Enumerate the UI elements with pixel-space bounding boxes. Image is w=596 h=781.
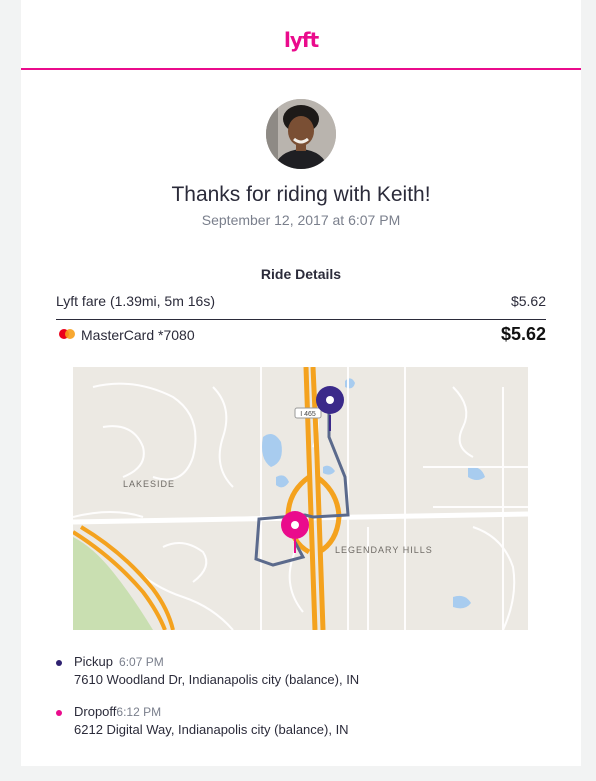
pickup-dot-icon	[56, 660, 62, 666]
pickup-label: Pickup	[74, 654, 114, 669]
ride-details-title: Ride Details	[260, 266, 342, 282]
dropoff-address: 6212 Digital Way, Indianapolis city (bal…	[74, 722, 349, 737]
pickup-time: 6:07 PM	[119, 655, 164, 669]
receipt-card: lyft Thanks for riding with Keith! Septe…	[21, 0, 581, 766]
ride-date: September 12, 2017 at 6:07 PM	[201, 212, 401, 228]
brand-header: lyft	[21, 0, 581, 70]
driver-avatar	[266, 99, 336, 169]
total-amount: $5.62	[500, 324, 546, 344]
area-label-legendary-hills: LEGENDARY HILLS	[335, 545, 433, 555]
route-map[interactable]: I 465 LAKESIDE LEGENDARY HILLS	[73, 367, 528, 630]
payment-method: MasterCard *7080	[56, 327, 195, 343]
divider	[56, 319, 546, 320]
route-map-image: I 465 LAKESIDE LEGENDARY HILLS	[73, 367, 528, 630]
pickup-address: 7610 Woodland Dr, Indianapolis city (bal…	[74, 672, 360, 687]
fare-amount: $5.62	[510, 293, 546, 309]
area-label-lakeside: LAKESIDE	[123, 479, 175, 489]
dropoff-time: 6:12 PM	[116, 705, 162, 719]
payment-row: MasterCard *7080 $5.62	[56, 324, 546, 345]
mastercard-icon	[59, 329, 75, 340]
fare-row: Lyft fare (1.39mi, 5m 16s) $5.62	[56, 293, 546, 309]
highway-shield-label: I 465	[300, 411, 316, 418]
driver-photo	[266, 99, 336, 169]
lyft-logo[interactable]: lyft	[284, 30, 319, 50]
thanks-title: Thanks for riding with Keith!	[171, 183, 431, 206]
dropoff-dot-icon	[56, 710, 62, 716]
dropoff-label: Dropoff	[74, 704, 117, 719]
fare-label: Lyft fare (1.39mi, 5m 16s)	[56, 293, 215, 309]
payment-method-label: MasterCard *7080	[81, 326, 195, 343]
